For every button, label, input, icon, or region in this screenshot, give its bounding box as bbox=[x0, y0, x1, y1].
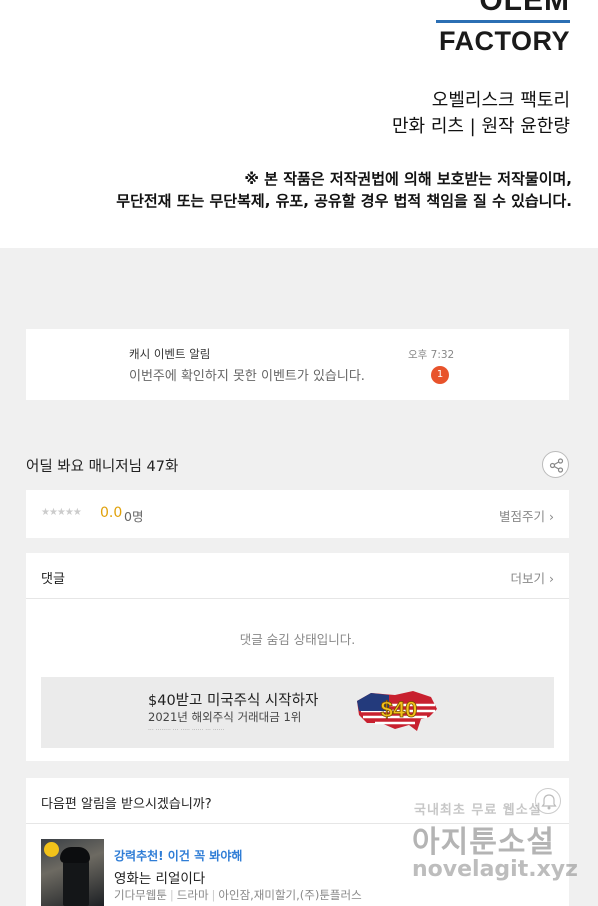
ad-badge-text: $40 bbox=[381, 697, 418, 722]
publisher-logo: OLEM FACTORY bbox=[430, 0, 570, 60]
event-notification-card[interactable]: 캐시 이벤트 알림 이번주에 확인하지 못한 이벤트가 있습니다. 오후 7:3… bbox=[26, 329, 569, 400]
ad-subtitle: 2021년 해외주식 거래대금 1위 bbox=[148, 710, 302, 724]
comic-end-panel: OLEM FACTORY 오벨리스크 팩토리 만화 리츠 | 원작 윤한량 ※ … bbox=[0, 0, 598, 248]
share-icon bbox=[549, 458, 564, 473]
bell-icon bbox=[541, 794, 557, 810]
ad-banner[interactable]: $40받고 미국주식 시작하자 2021년 해외주식 거래대금 1위 ··· ·… bbox=[41, 677, 554, 748]
thumbnail-hair bbox=[60, 847, 90, 863]
meta-category: 기다무웹툰 bbox=[114, 888, 167, 902]
notification-message: 이번주에 확인하지 못한 이벤트가 있습니다. bbox=[129, 369, 365, 384]
rating-card: ★★★★★ 0.0 0명 별점주기 › bbox=[26, 490, 569, 538]
logo-text-top: OLEM bbox=[479, 0, 570, 17]
ad-title: $40받고 미국주식 시작하자 bbox=[148, 693, 319, 709]
divider bbox=[26, 823, 569, 824]
rating-stars: ★★★★★ bbox=[41, 507, 82, 518]
divider bbox=[26, 598, 569, 599]
recommendation-tag: 강력추천! 이건 꼭 봐야해 bbox=[114, 849, 243, 863]
comments-more-link[interactable]: 더보기 › bbox=[511, 568, 554, 587]
comments-hidden-text: 댓글 숨김 상태입니다. bbox=[239, 632, 356, 647]
next-episode-alert-card: 다음편 알림을 받으시겠습니까? 강력추천! 이건 꼭 봐야해 영화는 리얼이다… bbox=[26, 778, 569, 906]
clock-icon bbox=[44, 842, 59, 857]
ad-fine-print: ··· ········ ··· ····· ······ ··· ······ bbox=[148, 727, 225, 734]
comments-header: 댓글 bbox=[41, 572, 65, 587]
rate-button[interactable]: 별점주기 › bbox=[499, 506, 554, 525]
recommendation-title[interactable]: 영화는 리얼이다 bbox=[114, 867, 205, 887]
copyright-notice-line1: ※ 본 작품은 저작권법에 의해 보호받는 저작물이며, bbox=[244, 170, 572, 188]
recommendation-thumbnail[interactable] bbox=[41, 839, 104, 906]
logo-divider bbox=[436, 20, 570, 23]
next-alert-question: 다음편 알림을 받으시겠습니까? bbox=[41, 797, 212, 812]
credit-studio: 오벨리스크 팩토리 bbox=[431, 90, 570, 111]
credit-authors: 만화 리츠 | 원작 윤한량 bbox=[392, 116, 570, 137]
comments-card: 댓글 더보기 › 댓글 숨김 상태입니다. $40받고 미국주식 시작하자 20… bbox=[26, 553, 569, 761]
meta-separator: | bbox=[211, 888, 216, 902]
rating-count: 0명 bbox=[124, 509, 144, 524]
notification-badge: 1 bbox=[431, 366, 449, 384]
alert-toggle-button[interactable] bbox=[535, 788, 561, 814]
share-button[interactable] bbox=[542, 451, 569, 478]
meta-genre: 드라마 bbox=[176, 888, 209, 902]
meta-separator: | bbox=[169, 888, 174, 902]
copyright-notice-line2: 무단전재 또는 무단복제, 유포, 공유할 경우 법적 책임을 질 수 있습니다… bbox=[116, 192, 572, 210]
notification-time: 오후 7:32 bbox=[408, 349, 455, 361]
recommendation-meta: 기다무웹툰 | 드라마 | 아인잠,재미할기,(주)툰플러스 bbox=[114, 887, 362, 903]
episode-title: 어딜 봐요 매니저님 47화 bbox=[26, 459, 179, 475]
meta-authors: 아인잠,재미할기,(주)툰플러스 bbox=[218, 888, 362, 902]
rating-score: 0.0 bbox=[100, 505, 123, 521]
notification-title: 캐시 이벤트 알림 bbox=[129, 347, 211, 361]
usa-flag-map-icon: $40 bbox=[357, 691, 437, 731]
logo-text-bottom: FACTORY bbox=[438, 26, 570, 56]
